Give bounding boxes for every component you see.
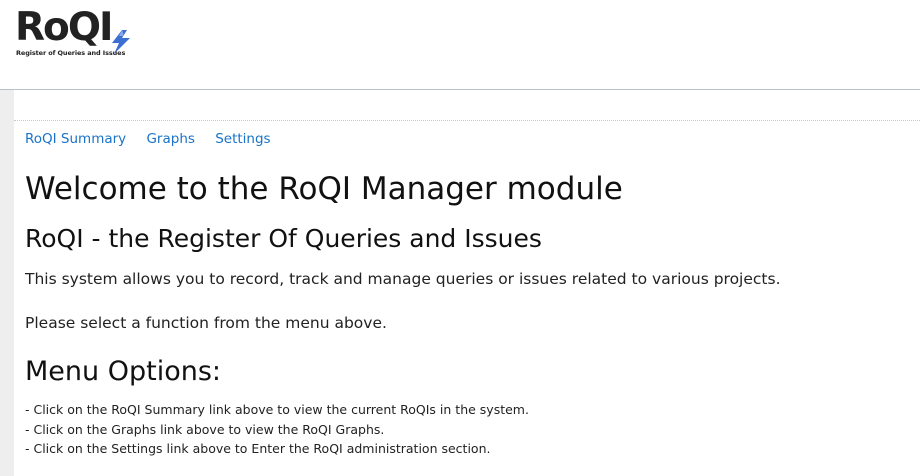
logo-wordmark: RoQI: [15, 5, 113, 50]
menu-option-summary: - Click on the RoQI Summary link above t…: [25, 402, 529, 417]
prompt-text: Please select a function from the menu a…: [25, 314, 387, 332]
left-side-strip: [0, 90, 14, 476]
nav-link-settings[interactable]: Settings: [215, 131, 270, 147]
logo-tagline: Register of Queries and Issues: [16, 49, 126, 57]
main-content: RoQI Summary Graphs Settings Welcome to …: [14, 90, 920, 476]
menu-options-heading: Menu Options:: [25, 356, 221, 387]
nav-link-roqi-summary[interactable]: RoQI Summary: [25, 131, 126, 147]
module-nav: RoQI Summary Graphs Settings: [25, 131, 287, 147]
roqi-logo[interactable]: RoQI Register of Queries and Issues: [15, 6, 140, 62]
menu-option-settings: - Click on the Settings link above to En…: [25, 441, 491, 456]
menu-option-graphs: - Click on the Graphs link above to view…: [25, 421, 385, 437]
app-header: RoQI Register of Queries and Issues: [0, 0, 920, 90]
page-title: Welcome to the RoQI Manager module: [25, 171, 623, 207]
menu-options-list: - Click on the RoQI Summary link above t…: [25, 400, 529, 459]
page-subtitle: RoQI - the Register Of Queries and Issue…: [25, 224, 542, 253]
nav-link-graphs[interactable]: Graphs: [146, 131, 194, 147]
dotted-divider: [14, 120, 920, 121]
intro-text: This system allows you to record, track …: [25, 270, 781, 288]
